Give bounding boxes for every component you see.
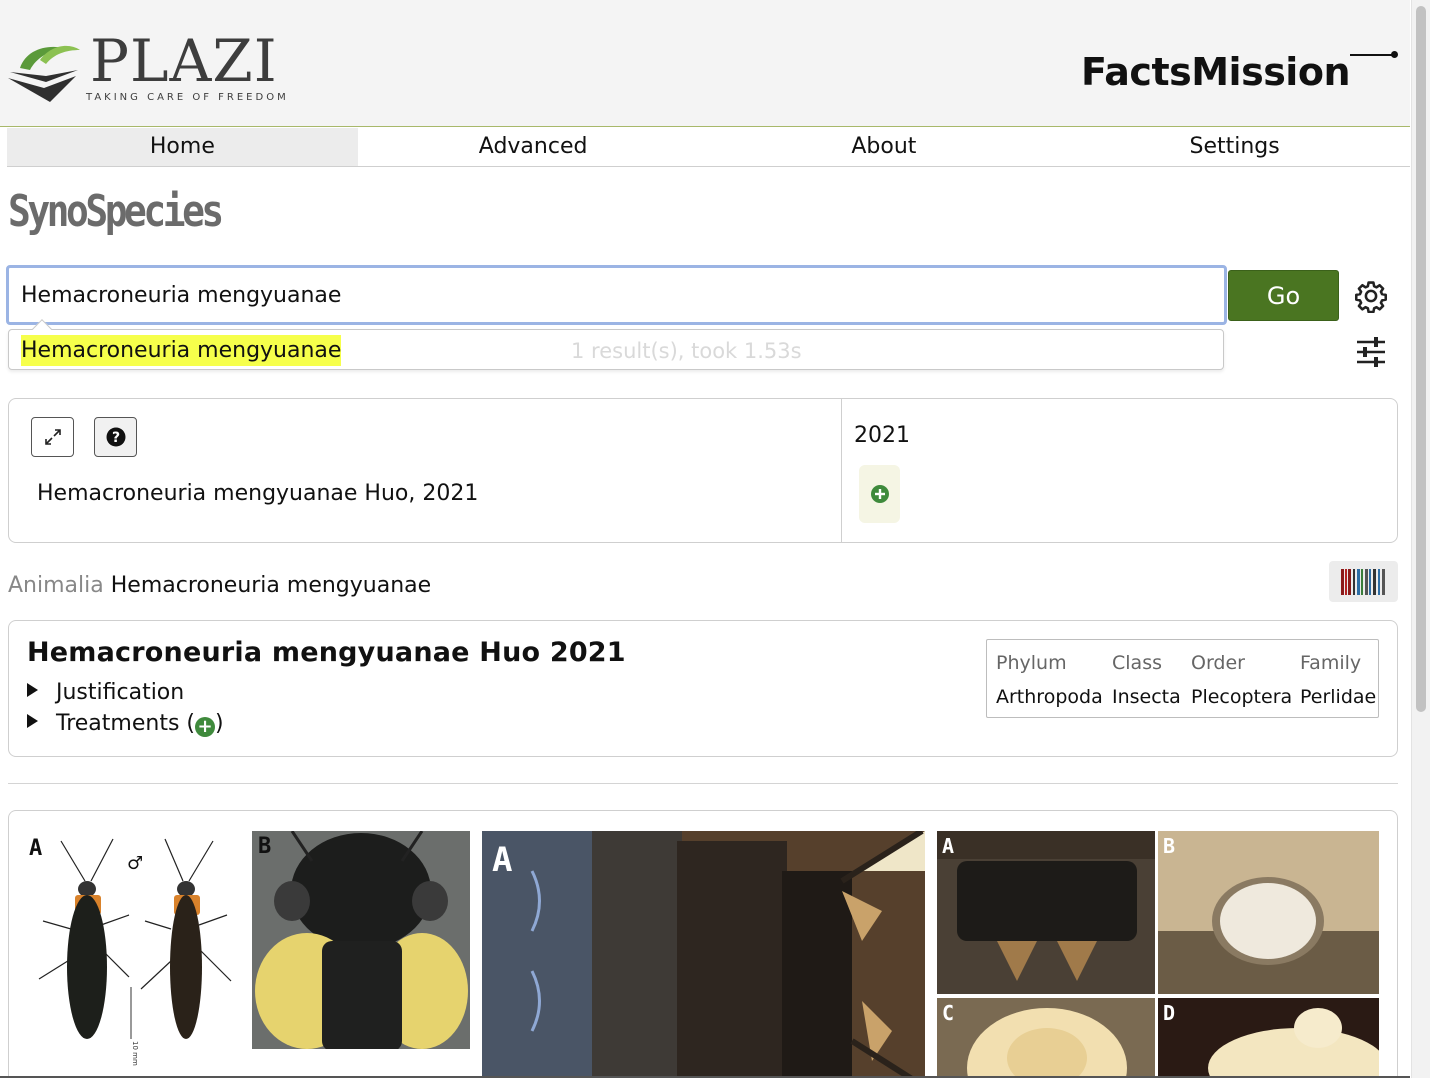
taxon-breadcrumb: Animalia Hemacroneuria mengyuanae bbox=[8, 573, 431, 598]
nav-about[interactable]: About bbox=[709, 128, 1060, 166]
plus-circle-icon[interactable]: + bbox=[194, 717, 215, 737]
logo-line bbox=[1350, 54, 1396, 56]
figure-label: D bbox=[1163, 1001, 1175, 1025]
classification-header: Order bbox=[1191, 652, 1245, 674]
classification-value[interactable]: Plecoptera bbox=[1191, 686, 1292, 708]
result-card: ? Hemacroneuria mengyuanae Huo, 2021 202… bbox=[8, 398, 1398, 543]
figure-label: B bbox=[258, 834, 271, 859]
justification-label: Justification bbox=[56, 680, 185, 705]
terminalia-image: A bbox=[937, 831, 1155, 994]
page-title: SynoSpecies bbox=[8, 186, 224, 237]
male-symbol: ♂ bbox=[127, 853, 143, 874]
figure-label: A bbox=[492, 840, 512, 880]
expand-button[interactable] bbox=[31, 417, 74, 457]
abdomen-image: A bbox=[482, 831, 925, 1078]
logo-tagline: TAKING CARE OF FREEDOM bbox=[86, 92, 289, 103]
go-button[interactable]: Go bbox=[1228, 270, 1339, 321]
card-divider bbox=[841, 399, 842, 542]
figure-aedeagus[interactable]: C bbox=[937, 998, 1155, 1078]
scale-label: 10 mm bbox=[131, 1041, 139, 1066]
question-icon: ? bbox=[106, 427, 125, 447]
aedeagus-image: C bbox=[937, 998, 1155, 1078]
leaf-logo-icon bbox=[8, 45, 80, 102]
justification-toggle[interactable]: Justification bbox=[27, 680, 184, 705]
expand-icon bbox=[44, 429, 61, 445]
factsmission-wordmark: FactsMission bbox=[1081, 50, 1350, 94]
site-header: PLAZI TAKING CARE OF FREEDOM FactsMissio… bbox=[0, 0, 1410, 127]
page-scrollbar[interactable] bbox=[1411, 0, 1430, 1078]
treatments-close: ) bbox=[214, 711, 224, 736]
disclosure-triangle-icon bbox=[27, 683, 38, 697]
scrollbar-thumb[interactable] bbox=[1416, 6, 1426, 712]
figure-subgenital-plate[interactable]: B bbox=[1158, 831, 1379, 994]
figure-abdomen[interactable]: A bbox=[482, 831, 925, 1078]
figure-label: A bbox=[942, 834, 954, 858]
classification-value[interactable]: Insecta bbox=[1112, 686, 1181, 708]
figure-label: A bbox=[29, 836, 42, 861]
figure-head[interactable]: B bbox=[252, 831, 470, 1049]
logo-wordmark: PLAZI bbox=[90, 27, 278, 95]
figure-label: B bbox=[1163, 834, 1175, 858]
autocomplete-suggestion[interactable]: Hemacroneuria mengyuanae bbox=[21, 335, 342, 366]
search-input[interactable] bbox=[6, 265, 1227, 325]
breadcrumb-species: Hemacroneuria mengyuanae bbox=[110, 573, 432, 598]
classification-header: Family bbox=[1300, 652, 1362, 674]
svg-text:?: ? bbox=[111, 430, 119, 446]
nav-advanced[interactable]: Advanced bbox=[358, 128, 709, 166]
sliders-icon[interactable] bbox=[1355, 337, 1387, 367]
figure-habitus[interactable]: A ♂ 10 mm bbox=[21, 829, 241, 1078]
taxon-card: Hemacroneuria mengyuanae Huo 2021 Justif… bbox=[8, 620, 1398, 757]
autocomplete-dropdown: Hemacroneuria mengyuanae 1 result(s), to… bbox=[8, 319, 1224, 370]
treatments-toggle[interactable]: Treatments (+) bbox=[27, 711, 224, 737]
classification-value[interactable]: Perlidae bbox=[1300, 686, 1376, 708]
figure-terminalia[interactable]: A bbox=[937, 831, 1155, 994]
figure-label: C bbox=[942, 1001, 954, 1025]
result-name: Hemacroneuria mengyuanae Huo, 2021 bbox=[37, 481, 479, 506]
add-treatment-button[interactable] bbox=[859, 465, 900, 523]
taxon-title: Hemacroneuria mengyuanae Huo 2021 bbox=[27, 637, 626, 668]
nav-home[interactable]: Home bbox=[7, 128, 358, 166]
treatments-label: Treatments ( bbox=[56, 711, 195, 736]
plazi-logo[interactable]: PLAZI TAKING CARE OF FREEDOM bbox=[6, 30, 289, 108]
figures-gallery: A ♂ 10 mm B A A B C D bbox=[8, 810, 1398, 1078]
nav-settings[interactable]: Settings bbox=[1059, 128, 1410, 166]
classification-table: Phylum Class Order Family Arthropoda Ins… bbox=[986, 639, 1379, 718]
barcode-icon bbox=[1340, 568, 1385, 595]
habitus-image: A ♂ 10 mm bbox=[29, 836, 232, 1066]
aedeagus-lateral-image: D bbox=[1158, 998, 1379, 1078]
main-nav: Home Advanced About Settings bbox=[7, 128, 1410, 167]
classification-header: Phylum bbox=[996, 652, 1067, 674]
classification-header: Class bbox=[1112, 652, 1162, 674]
breadcrumb-kingdom[interactable]: Animalia bbox=[8, 573, 104, 598]
subgenital-image: B bbox=[1158, 831, 1379, 994]
section-divider bbox=[8, 783, 1398, 784]
logo-dot bbox=[1391, 51, 1398, 58]
gear-icon[interactable] bbox=[1354, 279, 1388, 313]
disclosure-triangle-icon bbox=[27, 714, 38, 728]
classification-value[interactable]: Arthropoda bbox=[996, 686, 1103, 708]
figure-aedeagus-lateral[interactable]: D bbox=[1158, 998, 1379, 1078]
head-image: B bbox=[252, 831, 470, 1049]
help-button[interactable]: ? bbox=[94, 417, 137, 457]
result-year: 2021 bbox=[854, 423, 910, 448]
result-stats: 1 result(s), took 1.53s bbox=[571, 339, 802, 363]
factsmission-logo[interactable]: FactsMission bbox=[1081, 50, 1398, 94]
barcode-button[interactable] bbox=[1329, 561, 1398, 602]
plus-circle-icon bbox=[870, 485, 889, 503]
